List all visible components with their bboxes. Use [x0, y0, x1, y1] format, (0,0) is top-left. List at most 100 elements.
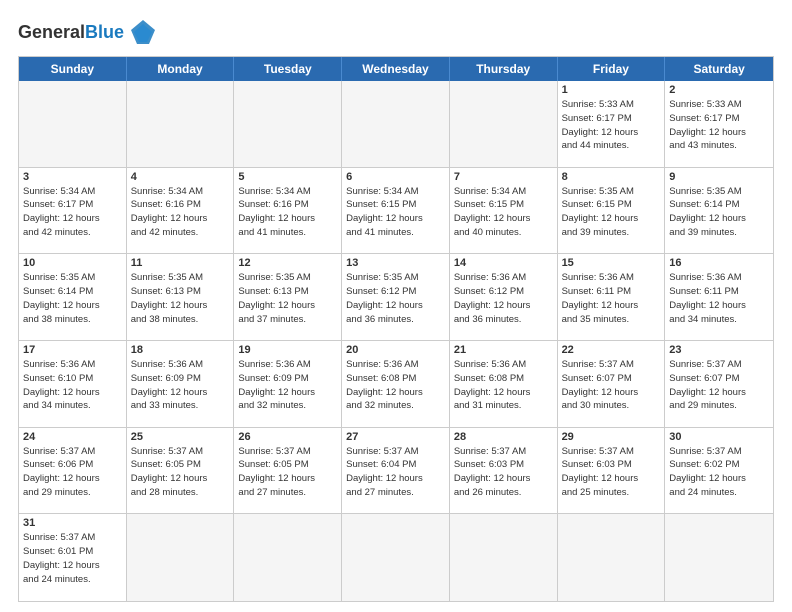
calendar-cell-3-5: 22Sunrise: 5:37 AM Sunset: 6:07 PM Dayli…	[558, 341, 666, 427]
day-number: 20	[346, 344, 445, 356]
day-number: 1	[562, 84, 661, 96]
day-info: Sunrise: 5:35 AM Sunset: 6:12 PM Dayligh…	[346, 271, 445, 326]
day-info: Sunrise: 5:36 AM Sunset: 6:10 PM Dayligh…	[23, 358, 122, 413]
day-info: Sunrise: 5:35 AM Sunset: 6:13 PM Dayligh…	[238, 271, 337, 326]
calendar-cell-0-0	[19, 81, 127, 167]
day-info: Sunrise: 5:37 AM Sunset: 6:02 PM Dayligh…	[669, 445, 769, 500]
calendar-cell-2-3: 13Sunrise: 5:35 AM Sunset: 6:12 PM Dayli…	[342, 254, 450, 340]
logo-blue: Blue	[85, 22, 124, 42]
calendar-cell-3-0: 17Sunrise: 5:36 AM Sunset: 6:10 PM Dayli…	[19, 341, 127, 427]
calendar-cell-5-5	[558, 514, 666, 601]
calendar-cell-4-1: 25 Sunrise: 5:37 AM Sunset: 6:05 PM Dayli…	[127, 428, 235, 514]
day-info: Sunrise: 5:37 AM Sunset: 6:05 PM Dayligh…	[131, 445, 230, 500]
calendar-cell-3-6: 23 Sunrise: 5:37 AM Sunset: 6:07 PM Dayli…	[665, 341, 773, 427]
day-info: Sunrise: 5:37 AM Sunset: 6:01 PM Dayligh…	[23, 531, 122, 586]
day-number: 3	[23, 171, 122, 183]
day-number: 7	[454, 171, 553, 183]
day-info: Sunrise: 5:35 AM Sunset: 6:15 PM Dayligh…	[562, 185, 661, 240]
day-info: Sunrise: 5:33 AM Sunset: 6:17 PM Dayligh…	[669, 98, 769, 153]
day-number: 6	[346, 171, 445, 183]
day-number: 12	[238, 257, 337, 269]
day-number: 31	[23, 517, 122, 529]
day-info: Sunrise: 5:36 AM Sunset: 6:11 PM Dayligh…	[669, 271, 769, 326]
calendar-cell-5-0: 31 Sunrise: 5:37 AM Sunset: 6:01 PM Dayli…	[19, 514, 127, 601]
calendar-cell-1-2: 5 Sunrise: 5:34 AM Sunset: 6:16 PM Daylig…	[234, 168, 342, 254]
weekday-header-tuesday: Tuesday	[234, 57, 342, 81]
weekday-header-friday: Friday	[558, 57, 666, 81]
calendar-cell-3-3: 20 Sunrise: 5:36 AM Sunset: 6:08 PM Dayli…	[342, 341, 450, 427]
day-info: Sunrise: 5:36 AM Sunset: 6:09 PM Dayligh…	[131, 358, 230, 413]
calendar-cell-5-3	[342, 514, 450, 601]
calendar-cell-1-6: 9 Sunrise: 5:35 AM Sunset: 6:14 PM Daylig…	[665, 168, 773, 254]
day-number: 28	[454, 431, 553, 443]
day-number: 21	[454, 344, 553, 356]
day-number: 29	[562, 431, 661, 443]
day-number: 5	[238, 171, 337, 183]
day-number: 2	[669, 84, 769, 96]
logo-text: GeneralBlue	[18, 23, 124, 41]
day-info: Sunrise: 5:37 AM Sunset: 6:05 PM Dayligh…	[238, 445, 337, 500]
day-number: 11	[131, 257, 230, 269]
calendar-cell-1-5: 8Sunrise: 5:35 AM Sunset: 6:15 PM Daylig…	[558, 168, 666, 254]
weekday-header-monday: Monday	[127, 57, 235, 81]
calendar-cell-0-6: 2 Sunrise: 5:33 AM Sunset: 6:17 PM Daylig…	[665, 81, 773, 167]
calendar-cell-2-4: 14Sunrise: 5:36 AM Sunset: 6:12 PM Dayli…	[450, 254, 558, 340]
day-info: Sunrise: 5:34 AM Sunset: 6:16 PM Dayligh…	[238, 185, 337, 240]
calendar-cell-3-1: 18 Sunrise: 5:36 AM Sunset: 6:09 PM Dayli…	[127, 341, 235, 427]
day-number: 30	[669, 431, 769, 443]
calendar-cell-4-0: 24 Sunrise: 5:37 AM Sunset: 6:06 PM Dayli…	[19, 428, 127, 514]
calendar-cell-3-2: 19Sunrise: 5:36 AM Sunset: 6:09 PM Dayli…	[234, 341, 342, 427]
calendar-cell-4-4: 28 Sunrise: 5:37 AM Sunset: 6:03 PM Dayli…	[450, 428, 558, 514]
logo-icon	[127, 16, 159, 48]
day-info: Sunrise: 5:37 AM Sunset: 6:03 PM Dayligh…	[454, 445, 553, 500]
day-number: 18	[131, 344, 230, 356]
day-info: Sunrise: 5:36 AM Sunset: 6:08 PM Dayligh…	[346, 358, 445, 413]
day-info: Sunrise: 5:34 AM Sunset: 6:15 PM Dayligh…	[346, 185, 445, 240]
calendar-cell-3-4: 21Sunrise: 5:36 AM Sunset: 6:08 PM Dayli…	[450, 341, 558, 427]
calendar-cell-1-3: 6 Sunrise: 5:34 AM Sunset: 6:15 PM Daylig…	[342, 168, 450, 254]
day-info: Sunrise: 5:37 AM Sunset: 6:07 PM Dayligh…	[562, 358, 661, 413]
calendar-row-5: 31 Sunrise: 5:37 AM Sunset: 6:01 PM Dayli…	[19, 514, 773, 601]
calendar-cell-4-6: 30 Sunrise: 5:37 AM Sunset: 6:02 PM Dayli…	[665, 428, 773, 514]
calendar-cell-4-3: 27Sunrise: 5:37 AM Sunset: 6:04 PM Dayli…	[342, 428, 450, 514]
calendar: SundayMondayTuesdayWednesdayThursdayFrid…	[18, 56, 774, 602]
day-number: 24	[23, 431, 122, 443]
day-info: Sunrise: 5:36 AM Sunset: 6:11 PM Dayligh…	[562, 271, 661, 326]
calendar-cell-0-5: 1 Sunrise: 5:33 AM Sunset: 6:17 PM Daylig…	[558, 81, 666, 167]
calendar-row-4: 24 Sunrise: 5:37 AM Sunset: 6:06 PM Dayli…	[19, 428, 773, 515]
day-info: Sunrise: 5:35 AM Sunset: 6:14 PM Dayligh…	[669, 185, 769, 240]
header: GeneralBlue	[18, 16, 774, 48]
day-number: 4	[131, 171, 230, 183]
calendar-header: SundayMondayTuesdayWednesdayThursdayFrid…	[19, 57, 773, 81]
weekday-header-wednesday: Wednesday	[342, 57, 450, 81]
day-info: Sunrise: 5:35 AM Sunset: 6:14 PM Dayligh…	[23, 271, 122, 326]
calendar-cell-4-5: 29Sunrise: 5:37 AM Sunset: 6:03 PM Dayli…	[558, 428, 666, 514]
day-number: 9	[669, 171, 769, 183]
day-info: Sunrise: 5:37 AM Sunset: 6:07 PM Dayligh…	[669, 358, 769, 413]
calendar-row-0: 1 Sunrise: 5:33 AM Sunset: 6:17 PM Daylig…	[19, 81, 773, 168]
day-info: Sunrise: 5:35 AM Sunset: 6:13 PM Dayligh…	[131, 271, 230, 326]
calendar-cell-1-0: 3 Sunrise: 5:34 AM Sunset: 6:17 PM Daylig…	[19, 168, 127, 254]
calendar-cell-0-1	[127, 81, 235, 167]
calendar-cell-5-4	[450, 514, 558, 601]
day-number: 25	[131, 431, 230, 443]
day-number: 26	[238, 431, 337, 443]
calendar-cell-1-1: 4 Sunrise: 5:34 AM Sunset: 6:16 PM Daylig…	[127, 168, 235, 254]
calendar-cell-5-1	[127, 514, 235, 601]
logo: GeneralBlue	[18, 16, 159, 48]
day-info: Sunrise: 5:34 AM Sunset: 6:17 PM Dayligh…	[23, 185, 122, 240]
day-number: 10	[23, 257, 122, 269]
day-info: Sunrise: 5:34 AM Sunset: 6:16 PM Dayligh…	[131, 185, 230, 240]
calendar-cell-0-4	[450, 81, 558, 167]
calendar-cell-0-2	[234, 81, 342, 167]
day-info: Sunrise: 5:36 AM Sunset: 6:09 PM Dayligh…	[238, 358, 337, 413]
weekday-header-thursday: Thursday	[450, 57, 558, 81]
calendar-row-3: 17Sunrise: 5:36 AM Sunset: 6:10 PM Dayli…	[19, 341, 773, 428]
calendar-cell-2-0: 10 Sunrise: 5:35 AM Sunset: 6:14 PM Dayli…	[19, 254, 127, 340]
calendar-row-2: 10 Sunrise: 5:35 AM Sunset: 6:14 PM Dayli…	[19, 254, 773, 341]
day-number: 23	[669, 344, 769, 356]
day-info: Sunrise: 5:37 AM Sunset: 6:06 PM Dayligh…	[23, 445, 122, 500]
calendar-cell-1-4: 7Sunrise: 5:34 AM Sunset: 6:15 PM Daylig…	[450, 168, 558, 254]
page: GeneralBlue SundayMondayTuesdayWednesday…	[0, 0, 792, 612]
day-info: Sunrise: 5:33 AM Sunset: 6:17 PM Dayligh…	[562, 98, 661, 153]
